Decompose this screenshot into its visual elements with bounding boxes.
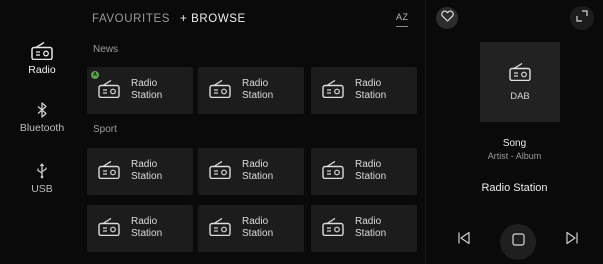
bluetooth-icon — [36, 102, 48, 118]
station-name-line2: Station — [242, 170, 274, 182]
source-label: DAB — [510, 90, 530, 102]
station-tile[interactable]: Radio Station — [311, 67, 417, 114]
sort-underline — [396, 26, 408, 27]
station-name-line1: Radio — [355, 159, 382, 170]
sidebar-item-label: Bluetooth — [19, 122, 65, 134]
favourite-button[interactable] — [436, 7, 458, 29]
sidebar-item-label: USB — [31, 183, 53, 195]
stop-button[interactable] — [500, 224, 536, 260]
section-title-news: News — [93, 44, 119, 55]
station-name-line1: Radio — [355, 78, 382, 89]
radio-icon — [209, 160, 231, 184]
station-name: Radio Station — [481, 182, 548, 194]
radio-icon — [209, 217, 231, 241]
station-name-line1: Radio — [242, 159, 269, 170]
skip-previous-icon — [457, 231, 471, 250]
radio-icon — [322, 160, 344, 184]
stop-icon — [511, 233, 525, 251]
station-name-line2: Station — [242, 89, 274, 101]
station-name-line2: Station — [131, 89, 163, 101]
next-button[interactable] — [562, 230, 582, 250]
sidebar-item-bluetooth[interactable]: Bluetooth — [0, 102, 84, 134]
artist-album: Artist - Album — [487, 151, 542, 161]
station-tile[interactable]: Radio Station — [198, 67, 304, 114]
sidebar-item-radio[interactable]: Radio — [0, 42, 84, 76]
section-title-sport: Sport — [93, 124, 117, 135]
station-tile[interactable]: Radio Station — [87, 148, 193, 195]
station-tile[interactable]: Radio Station — [198, 148, 304, 195]
tab-favourites[interactable]: FAVOURITES — [92, 13, 170, 25]
radio-icon — [98, 79, 120, 103]
station-name-line2: Station — [131, 170, 163, 182]
station-artwork: DAB — [480, 42, 560, 122]
station-name-line1: Radio — [355, 216, 382, 227]
station-name-line2: Station — [355, 170, 387, 182]
sidebar-item-usb[interactable]: USB — [0, 163, 84, 195]
sort-az-button[interactable]: AZ — [396, 12, 409, 22]
radio-icon — [31, 42, 53, 60]
radio-icon — [322, 79, 344, 103]
radio-icon — [98, 217, 120, 241]
station-name-line1: Radio — [242, 216, 269, 227]
radio-icon — [209, 79, 231, 103]
source-sidebar: Radio Bluetooth USB — [0, 0, 84, 264]
station-browser: FAVOURITES + BROWSE AZ News A Radio Stati… — [84, 0, 420, 264]
song-title: Song — [502, 138, 527, 149]
station-name-line1: Radio — [242, 78, 269, 89]
radio-icon — [98, 160, 120, 184]
sidebar-item-label: Radio — [28, 64, 56, 76]
tab-browse[interactable]: + BROWSE — [180, 13, 246, 25]
station-name-line1: Radio — [131, 78, 158, 89]
previous-button[interactable] — [454, 230, 474, 250]
station-name-line2: Station — [355, 89, 387, 101]
expand-button[interactable] — [570, 6, 594, 30]
tab-bar: FAVOURITES + BROWSE — [92, 10, 246, 28]
station-tile[interactable]: Radio Station — [198, 205, 304, 252]
radio-icon — [322, 217, 344, 241]
station-name-line2: Station — [355, 227, 387, 239]
station-tile[interactable]: Radio Station — [311, 148, 417, 195]
station-name-line1: Radio — [131, 216, 158, 227]
station-name-line1: Radio — [131, 159, 158, 170]
station-tile[interactable]: A Radio Station — [87, 67, 193, 114]
skip-next-icon — [565, 231, 579, 250]
station-badge: A — [91, 71, 99, 79]
now-playing-panel: DAB Song Artist - Album Radio Station — [426, 0, 603, 264]
station-tile[interactable]: Radio Station — [87, 205, 193, 252]
radio-icon — [509, 62, 531, 86]
expand-icon — [576, 9, 588, 27]
station-tile[interactable]: Radio Station — [311, 205, 417, 252]
station-name-line2: Station — [131, 227, 163, 239]
heart-icon — [440, 9, 454, 27]
station-name-line2: Station — [242, 227, 274, 239]
usb-icon — [36, 163, 48, 179]
